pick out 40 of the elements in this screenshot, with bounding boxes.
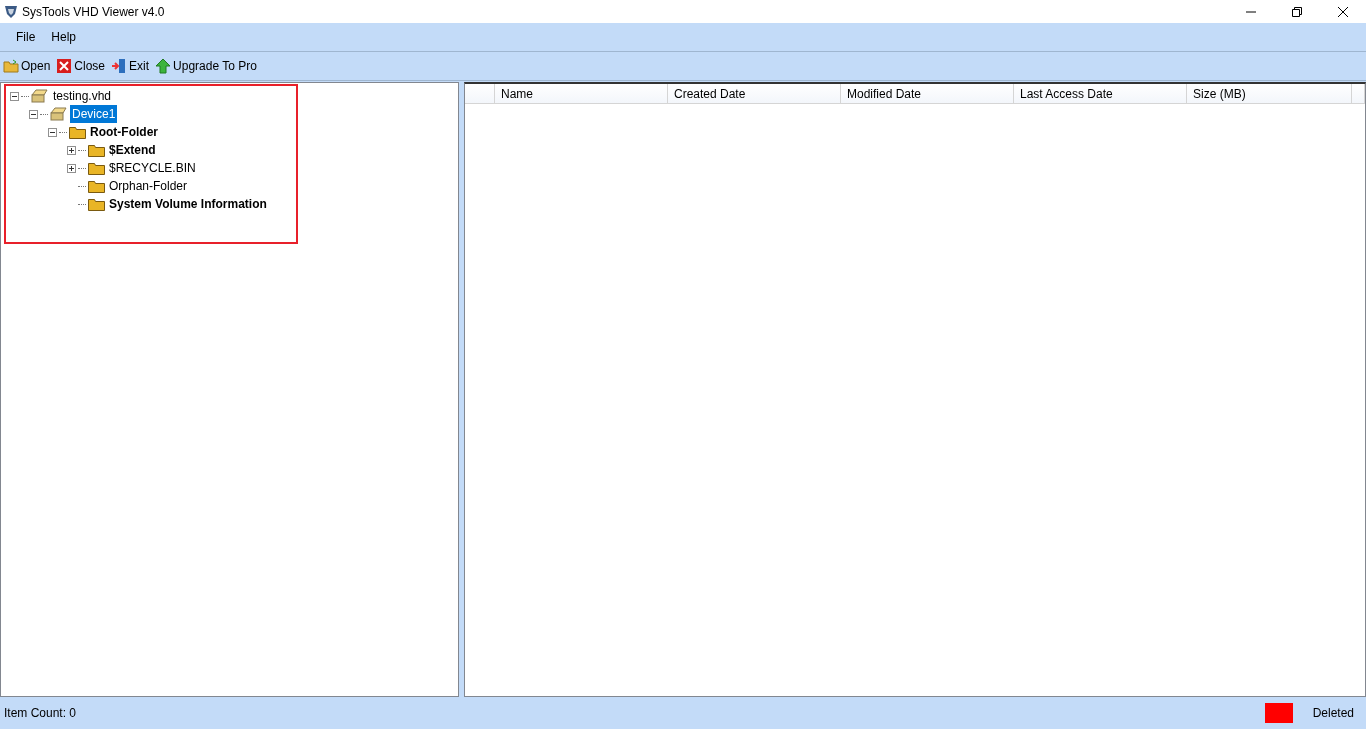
item-count: Item Count: 0	[4, 705, 77, 722]
folder-icon	[88, 179, 105, 193]
tree-item[interactable]: Root-Folder	[88, 123, 160, 141]
menu-item[interactable]: Help	[43, 28, 85, 46]
toolbar-button[interactable]: Open	[0, 57, 54, 75]
up-arrow-icon	[155, 58, 172, 74]
collapse-toggle[interactable]	[10, 91, 19, 101]
window-title: SysTools VHD Viewer v4.0	[22, 3, 165, 21]
app-logo-icon	[4, 4, 18, 19]
expand-toggle[interactable]	[67, 163, 76, 173]
expand-toggle[interactable]	[67, 145, 76, 155]
tree-item[interactable]: testing.vhd	[51, 87, 114, 105]
toolbar-button[interactable]: Exit	[108, 57, 153, 75]
close-icon	[56, 58, 73, 74]
collapse-toggle[interactable]	[29, 109, 38, 119]
drive-icon	[50, 107, 68, 121]
tree-item[interactable]: Device1	[70, 105, 118, 123]
column-header[interactable]: Last Access Date	[1014, 84, 1187, 104]
folder-icon	[69, 125, 86, 139]
toolbar-button[interactable]: Upgrade To Pro	[152, 57, 260, 75]
tree-item[interactable]: System Volume Information	[107, 195, 269, 213]
header-cell	[465, 84, 495, 104]
menu-item[interactable]: File	[8, 28, 44, 46]
door-icon	[111, 58, 128, 74]
collapse-toggle[interactable]	[48, 127, 57, 137]
folder-icon	[88, 197, 105, 211]
column-header[interactable]: Size (MB)	[1187, 84, 1352, 104]
folder-icon	[88, 143, 105, 157]
legend-label: Deleted	[1312, 705, 1354, 722]
toolbar-button[interactable]: Close	[53, 57, 109, 75]
tree-item[interactable]: Orphan-Folder	[107, 177, 190, 195]
column-header[interactable]: Modified Date	[841, 84, 1014, 104]
header-cell	[1352, 84, 1365, 104]
drive-icon	[31, 89, 49, 103]
column-header[interactable]: Created Date	[668, 84, 841, 104]
folder-icon	[88, 161, 105, 175]
column-header[interactable]: Name	[495, 84, 668, 104]
tree-item[interactable]: $Extend	[107, 141, 158, 159]
folder-icon	[3, 58, 19, 74]
tree-item[interactable]: $RECYCLE.BIN	[107, 159, 198, 177]
